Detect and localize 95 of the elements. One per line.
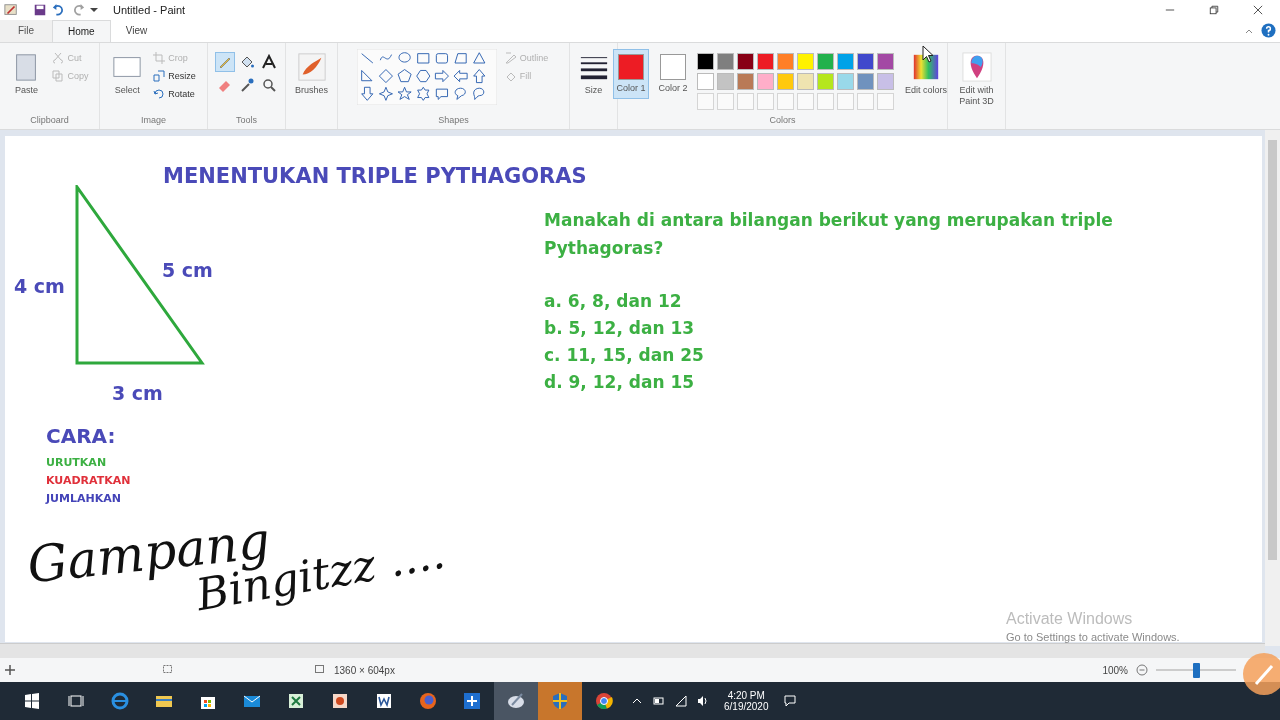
ribbon-tab[interactable]: Home	[52, 20, 111, 42]
palette-swatch[interactable]	[717, 52, 734, 70]
command-button[interactable]: Resize	[151, 68, 198, 83]
group-label: Image	[141, 115, 166, 127]
empty-swatch[interactable]	[817, 92, 834, 110]
method-heading: CARA:	[46, 424, 117, 449]
paste-button[interactable]: Paste	[8, 48, 45, 98]
palette-swatch[interactable]	[717, 72, 734, 90]
group-label: Colors	[769, 115, 796, 127]
paint-app-icon	[4, 3, 18, 17]
answer-option: c. 11, 15, dan 25	[544, 342, 704, 370]
palette-swatch[interactable]	[757, 52, 774, 70]
vertical-scrollbar[interactable]	[1265, 130, 1280, 647]
palette-swatch[interactable]	[877, 52, 894, 70]
palette-swatch[interactable]	[797, 52, 814, 70]
empty-swatch[interactable]	[737, 92, 754, 110]
answer-option: b. 5, 12, dan 13	[544, 315, 695, 343]
palette-swatch[interactable]	[737, 52, 754, 70]
empty-swatch[interactable]	[697, 92, 714, 110]
color-slot[interactable]: Color 2	[655, 48, 691, 99]
palette-swatch[interactable]	[877, 72, 894, 90]
palette-swatch[interactable]	[817, 52, 834, 70]
paint-app-icon[interactable]	[494, 682, 538, 720]
empty-swatch[interactable]	[777, 92, 794, 110]
volume-icon[interactable]	[697, 695, 709, 707]
drawing-canvas[interactable]	[5, 136, 1262, 643]
clock-date: 6/19/2020	[724, 701, 769, 712]
group-label: Clipboard	[30, 115, 69, 127]
help-icon[interactable]	[1261, 23, 1276, 39]
image-size-text: 1360 × 604px	[334, 664, 395, 676]
side-label: 4 cm	[14, 275, 65, 298]
select-button[interactable]: Select	[109, 48, 146, 98]
mouse-cursor-icon	[922, 44, 934, 63]
text-tool-icon[interactable]	[259, 52, 278, 71]
paint-3d-icon	[961, 51, 992, 82]
command-icon	[52, 69, 65, 82]
horizontal-scrollbar[interactable]	[0, 643, 1265, 659]
ribbon-tab[interactable]: View	[110, 20, 163, 42]
command-icon	[153, 69, 166, 82]
slider-thumb[interactable]	[1192, 662, 1200, 678]
side-label: 3 cm	[112, 382, 163, 405]
command-icon	[52, 51, 65, 64]
palette-swatch[interactable]	[697, 72, 714, 90]
zoom-level: 100%	[1102, 664, 1128, 676]
paint-3d-button[interactable]: Edit with Paint 3D	[950, 48, 1003, 110]
activation-notice: Activate Windows	[1006, 610, 1133, 629]
palette-swatch[interactable]	[777, 52, 794, 70]
palette-swatch[interactable]	[857, 52, 874, 70]
palette-swatch[interactable]	[837, 72, 854, 90]
question-text: Manakah di antara bilangan berikut yang merupakan triple Pythagoras?	[544, 209, 1114, 261]
battery-icon[interactable]	[653, 695, 665, 707]
command-icon	[153, 51, 166, 64]
group-label: Shapes	[438, 115, 469, 127]
brush-icon	[296, 51, 327, 82]
side-label: 5 cm	[162, 259, 213, 282]
clock-time: 4:20 PM	[727, 690, 765, 701]
palette-swatch[interactable]	[817, 72, 834, 90]
ribbon-tab[interactable]: File	[0, 20, 52, 42]
answer-option: a. 6, 8, dan 12	[544, 288, 682, 316]
redo-icon[interactable]	[71, 3, 85, 17]
canvas-heading: MENENTUKAN TRIPLE PYTHAGORAS	[163, 164, 587, 189]
window-title: Untitled - Paint	[113, 4, 186, 16]
zoom-out-icon[interactable]	[1136, 664, 1148, 677]
cursor-position-icon	[4, 664, 16, 677]
palette-swatch[interactable]	[857, 72, 874, 90]
save-icon[interactable]	[33, 3, 47, 17]
method-step: KUADRATKAN	[46, 472, 131, 491]
empty-swatch[interactable]	[797, 92, 814, 110]
command-icon	[153, 87, 166, 100]
command-icon	[504, 51, 517, 64]
palette-swatch[interactable]	[797, 72, 814, 90]
empty-swatch[interactable]	[757, 92, 774, 110]
method-step: JUMLAHKAN	[46, 490, 131, 509]
empty-swatch[interactable]	[837, 92, 854, 110]
command-button[interactable]: Rotate	[151, 86, 198, 101]
empty-swatch[interactable]	[857, 92, 874, 110]
dropdown-caret-icon[interactable]	[90, 6, 98, 14]
color-slot[interactable]: Color 1	[613, 48, 649, 99]
palette-swatch[interactable]	[737, 72, 754, 90]
network-icon[interactable]	[675, 695, 687, 707]
notification-icon[interactable]	[783, 695, 796, 707]
activation-hint: Go to Settings to activate Windows.	[1006, 631, 1180, 644]
empty-swatch[interactable]	[877, 92, 894, 110]
empty-swatch[interactable]	[717, 92, 734, 110]
palette-swatch[interactable]	[777, 72, 794, 90]
brushes-button[interactable]: Brushes	[292, 48, 331, 98]
size-button[interactable]: Size	[575, 48, 612, 98]
group-label: Tools	[236, 115, 257, 127]
answer-option: d. 9, 12, dan 15	[544, 369, 695, 397]
method-step: URUTKAN	[46, 454, 131, 473]
palette-swatch[interactable]	[697, 52, 714, 70]
undo-icon[interactable]	[52, 3, 66, 17]
palette-swatch[interactable]	[757, 72, 774, 90]
shapes-gallery[interactable]	[356, 48, 497, 105]
palette-swatch[interactable]	[837, 52, 854, 70]
